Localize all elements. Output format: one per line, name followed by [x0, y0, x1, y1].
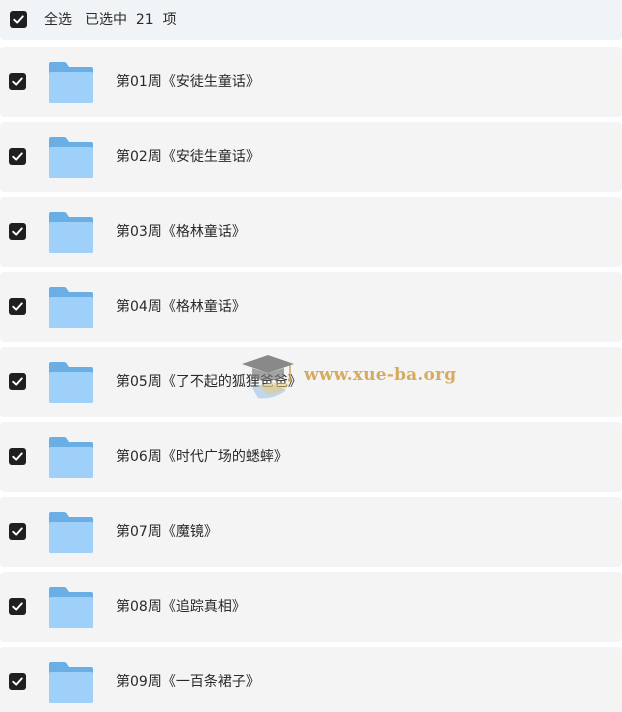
row-checkbox[interactable] [9, 73, 26, 90]
select-all-label[interactable]: 全选 [44, 10, 72, 30]
folder-icon [48, 285, 94, 329]
folder-icon [48, 135, 94, 179]
selected-count-text: 已选中 21 项 [85, 12, 177, 28]
checkmark-icon [12, 77, 23, 86]
file-list-row[interactable]: 第04周《格林童话》 [0, 272, 622, 342]
row-checkbox[interactable] [9, 448, 26, 465]
folder-name[interactable]: 第06周《时代广场的蟋蟀》 [116, 447, 288, 467]
folder-name[interactable]: 第08周《追踪真相》 [116, 597, 246, 617]
file-list-row[interactable]: 第05周《了不起的狐狸爸爸》 [0, 347, 622, 417]
row-checkbox[interactable] [9, 298, 26, 315]
row-checkbox[interactable] [9, 673, 26, 690]
folder-name[interactable]: 第03周《格林童话》 [116, 222, 246, 242]
folder-icon [48, 660, 94, 704]
folder-icon [48, 60, 94, 104]
file-list-row[interactable]: 第06周《时代广场的蟋蟀》 [0, 422, 622, 492]
folder-icon [48, 210, 94, 254]
checkmark-icon [12, 602, 23, 611]
file-list-row[interactable]: 第01周《安徒生童话》 [0, 47, 622, 117]
checkmark-icon [12, 527, 23, 536]
selection-header: 全选 已选中 21 项 [0, 0, 622, 40]
select-all-checkbox[interactable] [10, 11, 27, 28]
folder-name[interactable]: 第01周《安徒生童话》 [116, 72, 260, 92]
file-list-row[interactable]: 第09周《一百条裙子》 [0, 647, 622, 712]
checkmark-icon [12, 377, 23, 386]
folder-name[interactable]: 第02周《安徒生童话》 [116, 147, 260, 167]
folder-icon [48, 510, 94, 554]
folder-name[interactable]: 第09周《一百条裙子》 [116, 672, 260, 692]
checkmark-icon [12, 227, 23, 236]
checkmark-icon [12, 152, 23, 161]
folder-name[interactable]: 第04周《格林童话》 [116, 297, 246, 317]
checkmark-icon [12, 677, 23, 686]
row-checkbox[interactable] [9, 598, 26, 615]
folder-icon [48, 360, 94, 404]
checkmark-icon [12, 452, 23, 461]
file-list-row[interactable]: 第03周《格林童话》 [0, 197, 622, 267]
row-checkbox[interactable] [9, 373, 26, 390]
checkmark-icon [13, 15, 24, 24]
folder-name[interactable]: 第07周《魔镜》 [116, 522, 218, 542]
folder-icon [48, 585, 94, 629]
folder-name[interactable]: 第05周《了不起的狐狸爸爸》 [116, 372, 302, 392]
folder-icon [48, 435, 94, 479]
file-list-row[interactable]: 第02周《安徒生童话》 [0, 122, 622, 192]
file-list-row[interactable]: 第07周《魔镜》 [0, 497, 622, 567]
row-checkbox[interactable] [9, 148, 26, 165]
row-checkbox[interactable] [9, 523, 26, 540]
file-list-row[interactable]: 第08周《追踪真相》 [0, 572, 622, 642]
row-checkbox[interactable] [9, 223, 26, 240]
checkmark-icon [12, 302, 23, 311]
